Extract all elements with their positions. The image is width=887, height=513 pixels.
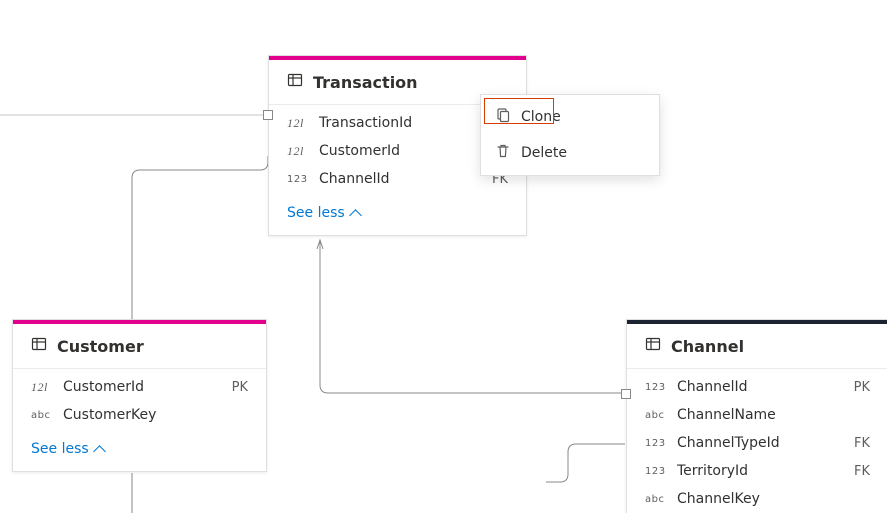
column-name: ChannelTypeId	[677, 435, 844, 451]
column-key: PK	[854, 380, 870, 395]
column-name: CustomerKey	[63, 407, 238, 423]
chevron-up-icon	[349, 209, 362, 222]
column-name: ChannelId	[319, 171, 482, 187]
see-less-toggle[interactable]: See less	[269, 197, 526, 235]
toggle-label: See less	[287, 205, 345, 221]
context-menu: Clone Delete	[480, 94, 660, 176]
menu-item-delete[interactable]: Delete	[481, 135, 659, 171]
column-row[interactable]: abc CustomerKey	[13, 401, 266, 429]
column-name: CustomerId	[63, 379, 222, 395]
column-row[interactable]: abc ChannelName	[627, 401, 887, 429]
entity-title: Transaction	[313, 73, 418, 92]
datatype-icon: abc	[645, 410, 667, 421]
column-key: PK	[232, 380, 248, 395]
entity-title: Customer	[57, 337, 144, 356]
column-row[interactable]: abc ChannelKey	[627, 485, 887, 513]
column-name: ChannelKey	[677, 491, 860, 507]
column-key: FK	[854, 464, 870, 479]
column-name: TerritoryId	[677, 463, 844, 479]
column-key: FK	[854, 436, 870, 451]
datatype-icon: 123	[645, 466, 667, 477]
see-less-toggle[interactable]: See less	[13, 433, 266, 471]
datatype-icon: abc	[645, 494, 667, 505]
datatype-icon: 12l	[287, 116, 309, 131]
entity-header[interactable]: Customer	[13, 324, 266, 369]
connection-port[interactable]	[263, 110, 273, 120]
datatype-icon: 123	[645, 438, 667, 449]
column-name: TransactionId	[319, 115, 498, 131]
datatype-icon: 12l	[31, 380, 53, 395]
column-row[interactable]: 123 ChannelTypeId FK	[627, 429, 887, 457]
table-icon	[645, 336, 661, 356]
entity-columns: 12l CustomerId PK abc CustomerKey	[13, 369, 266, 433]
column-name: ChannelId	[677, 379, 844, 395]
table-icon	[31, 336, 47, 356]
menu-item-clone[interactable]: Clone	[481, 99, 659, 135]
connection-port[interactable]	[621, 389, 631, 399]
entity-customer[interactable]: Customer 12l CustomerId PK abc CustomerK…	[12, 319, 267, 472]
chevron-up-icon	[93, 445, 106, 458]
datatype-icon: 123	[645, 382, 667, 393]
toggle-label: See less	[31, 441, 89, 457]
table-icon	[287, 72, 303, 92]
column-row[interactable]: 123 ChannelId PK	[627, 373, 887, 401]
trash-icon	[495, 143, 511, 163]
column-row[interactable]: 123 TerritoryId FK	[627, 457, 887, 485]
copy-icon	[495, 107, 511, 127]
datatype-icon: 123	[287, 174, 309, 185]
column-row[interactable]: 12l CustomerId PK	[13, 373, 266, 401]
datatype-icon: abc	[31, 410, 53, 421]
menu-item-label: Delete	[521, 145, 567, 161]
column-name: CustomerId	[319, 143, 498, 159]
entity-title: Channel	[671, 337, 744, 356]
entity-channel[interactable]: Channel 123 ChannelId PK abc ChannelName…	[626, 319, 887, 513]
column-name: ChannelName	[677, 407, 860, 423]
entity-header[interactable]: Channel	[627, 324, 887, 369]
menu-item-label: Clone	[521, 109, 561, 125]
entity-columns: 123 ChannelId PK abc ChannelName 123 Cha…	[627, 369, 887, 513]
datatype-icon: 12l	[287, 144, 309, 159]
